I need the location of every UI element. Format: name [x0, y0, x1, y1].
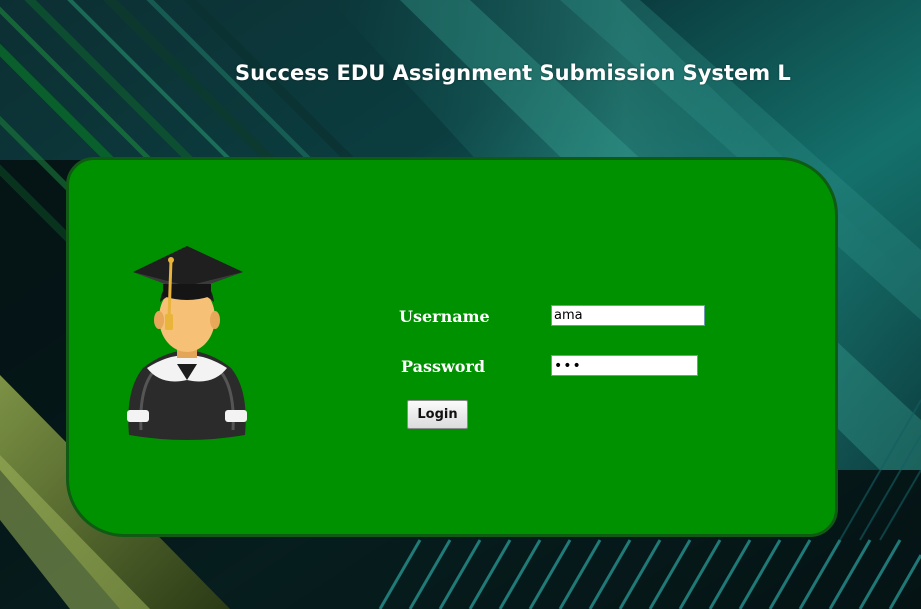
graduate-avatar-icon [127, 246, 247, 440]
username-label: Username [399, 307, 490, 326]
username-input[interactable] [551, 305, 705, 326]
page-title: Success EDU Assignment Submission System… [235, 61, 791, 85]
login-panel: Username Password Login [66, 157, 838, 537]
login-button[interactable]: Login [407, 400, 468, 429]
password-input[interactable] [551, 355, 698, 376]
password-label: Password [401, 357, 486, 376]
